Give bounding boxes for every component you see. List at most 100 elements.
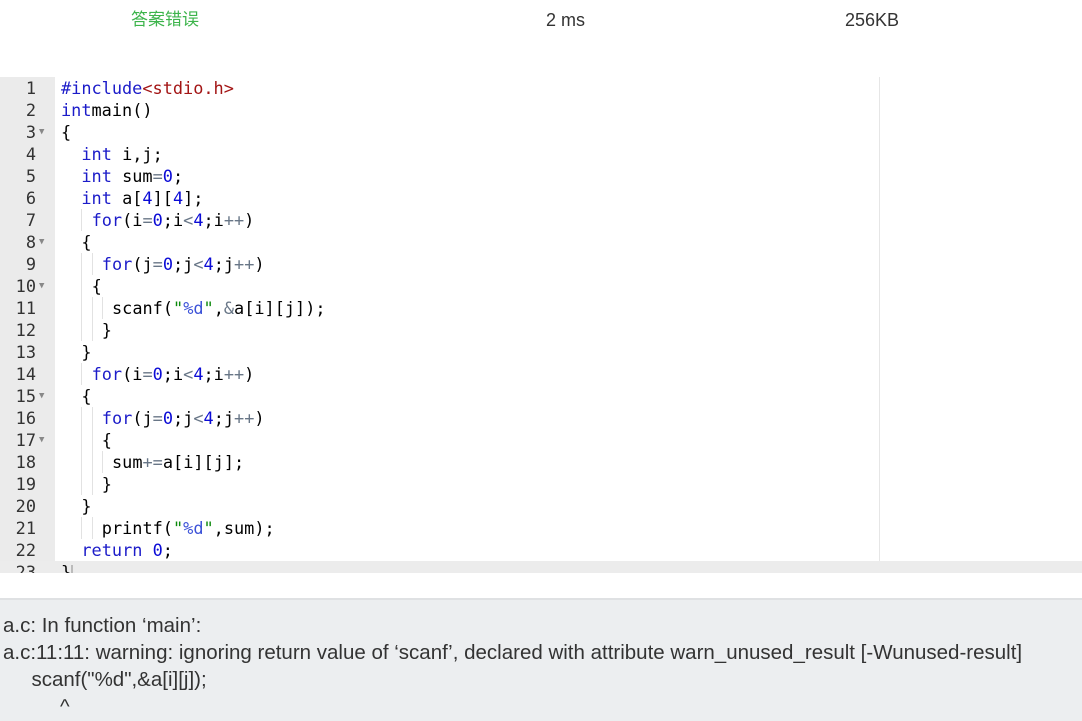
line-number: 23 <box>15 562 36 573</box>
fold-arrow-icon[interactable]: ▼ <box>39 121 44 143</box>
fold-arrow-icon[interactable]: ▼ <box>39 231 44 253</box>
fold-arrow-icon[interactable]: ▼ <box>39 385 44 407</box>
code-text: } <box>81 495 91 517</box>
code-token: ,sum); <box>213 518 275 538</box>
code-line[interactable]: 4 int i,j; <box>0 143 1082 165</box>
code-token: } <box>81 496 92 516</box>
code-line[interactable]: 16 for(j=0;j<4;j++) <box>0 407 1082 429</box>
code-line[interactable]: 12} <box>0 319 1082 341</box>
code-line[interactable]: 23} <box>0 561 1082 573</box>
line-number: 19 <box>15 474 36 494</box>
code-token: += <box>142 452 163 472</box>
code-token: , <box>213 298 224 318</box>
code-token: int <box>81 166 112 186</box>
code-line[interactable]: 7 for(i=0;i<4;i++) <box>0 209 1082 231</box>
run-time: 2 ms <box>546 10 586 30</box>
code-token: ;j <box>213 408 235 428</box>
code-token: { <box>81 386 92 406</box>
code-line[interactable]: 6 int a[4][4]; <box>0 187 1082 209</box>
code-line[interactable]: 9 for(j=0;j<4;j++) <box>0 253 1082 275</box>
line-number: 3 <box>25 122 36 142</box>
line-number: 5 <box>25 166 36 186</box>
code-text: scanf("%d",&a[i][j]); <box>112 297 326 319</box>
line-number: 10 <box>15 276 36 296</box>
code-line[interactable]: 20} <box>0 495 1082 517</box>
output-line: ^ <box>3 695 70 718</box>
code-line[interactable]: 2 intmain() <box>0 99 1082 121</box>
code-token: (j <box>132 408 153 428</box>
code-line[interactable]: 19} <box>0 473 1082 495</box>
code-token: 4 <box>142 188 153 208</box>
code-text: return 0; <box>81 539 173 561</box>
code-text: #include<stdio.h> <box>61 77 234 99</box>
code-token: < <box>183 364 194 384</box>
indent-guide <box>81 473 83 495</box>
line-number: 7 <box>25 210 36 230</box>
text-cursor <box>71 564 74 573</box>
code-line[interactable]: 3 ▼ { <box>0 121 1082 143</box>
code-text: { <box>102 429 112 451</box>
indent-guide <box>91 407 93 429</box>
code-line[interactable]: 11 scanf("%d",&a[i][j]); <box>0 297 1082 319</box>
code-token: a[i][j]; <box>162 452 245 472</box>
code-text: for(j=0;j<4;j++) <box>102 253 265 275</box>
code-token: <stdio.h> <box>142 78 234 98</box>
code-token: sum <box>112 452 143 472</box>
code-token: ++ <box>223 364 245 384</box>
code-token: ; <box>172 166 184 186</box>
code-token: scanf( <box>112 298 174 318</box>
indent-guide <box>81 253 83 275</box>
code-editor[interactable]: 1 #include<stdio.h> 2 intmain() 3 ▼{4 int i,j;… <box>0 77 1082 573</box>
code-line[interactable]: 14 for(i=0;i<4;i++) <box>0 363 1082 385</box>
line-number: 20 <box>15 496 36 516</box>
code-token: %d <box>183 518 204 538</box>
code-line[interactable]: 5 int sum=0; <box>0 165 1082 187</box>
code-line[interactable]: 8 ▼ { <box>0 231 1082 253</box>
code-token: int <box>61 100 92 120</box>
code-line[interactable]: 17 ▼ { <box>0 429 1082 451</box>
code-token: sum <box>111 166 153 186</box>
code-token: 4 <box>203 408 214 428</box>
indent-guide <box>81 407 83 429</box>
code-token: ) <box>244 364 255 384</box>
code-token: return <box>81 540 143 560</box>
code-token: ]; <box>183 188 204 208</box>
code-token: ;i <box>162 210 184 230</box>
code-token: " <box>172 518 184 538</box>
code-token: " <box>203 298 214 318</box>
indent-guide <box>91 297 93 319</box>
fold-arrow-icon[interactable]: ▼ <box>39 275 44 297</box>
code-token: " <box>173 298 184 318</box>
code-line[interactable]: 18 sum+=a[i][j]; <box>0 451 1082 473</box>
code-token: #include <box>61 78 143 98</box>
code-token: for <box>101 408 133 428</box>
code-lines[interactable]: 1 #include<stdio.h> 2 intmain() 3 ▼{4 int i,j;… <box>0 77 1082 573</box>
code-line[interactable]: 10 ▼ { <box>0 275 1082 297</box>
indent-guide <box>101 451 103 473</box>
indent-guide <box>101 297 103 319</box>
code-token: 0 <box>152 364 163 384</box>
indent-guide <box>81 319 83 341</box>
code-text: } <box>102 473 112 495</box>
indent-guide <box>81 451 83 473</box>
code-token: main() <box>91 100 153 120</box>
code-token: { <box>91 276 102 296</box>
indent-guide <box>91 473 93 495</box>
line-number: 1 <box>25 78 36 98</box>
line-number: 11 <box>15 298 36 318</box>
fold-arrow-icon[interactable]: ▼ <box>39 429 44 451</box>
code-line[interactable]: 13} <box>0 341 1082 363</box>
code-line[interactable]: 22 return 0; <box>0 539 1082 561</box>
code-token: 0 <box>152 540 163 560</box>
code-line[interactable]: 21 printf("%d",sum); <box>0 517 1082 539</box>
code-token: (j <box>132 254 153 274</box>
indent-guide <box>81 209 83 231</box>
code-line[interactable]: 1 #include<stdio.h> <box>0 77 1082 99</box>
code-token: ][ <box>152 188 173 208</box>
code-text: for(j=0;j<4;j++) <box>102 407 265 429</box>
code-token: ;j <box>213 254 235 274</box>
code-line[interactable]: 15 ▼ { <box>0 385 1082 407</box>
code-token: " <box>203 518 214 538</box>
output-line: a.c: In function ‘main’: <box>3 614 202 637</box>
code-token: ++ <box>234 408 255 428</box>
